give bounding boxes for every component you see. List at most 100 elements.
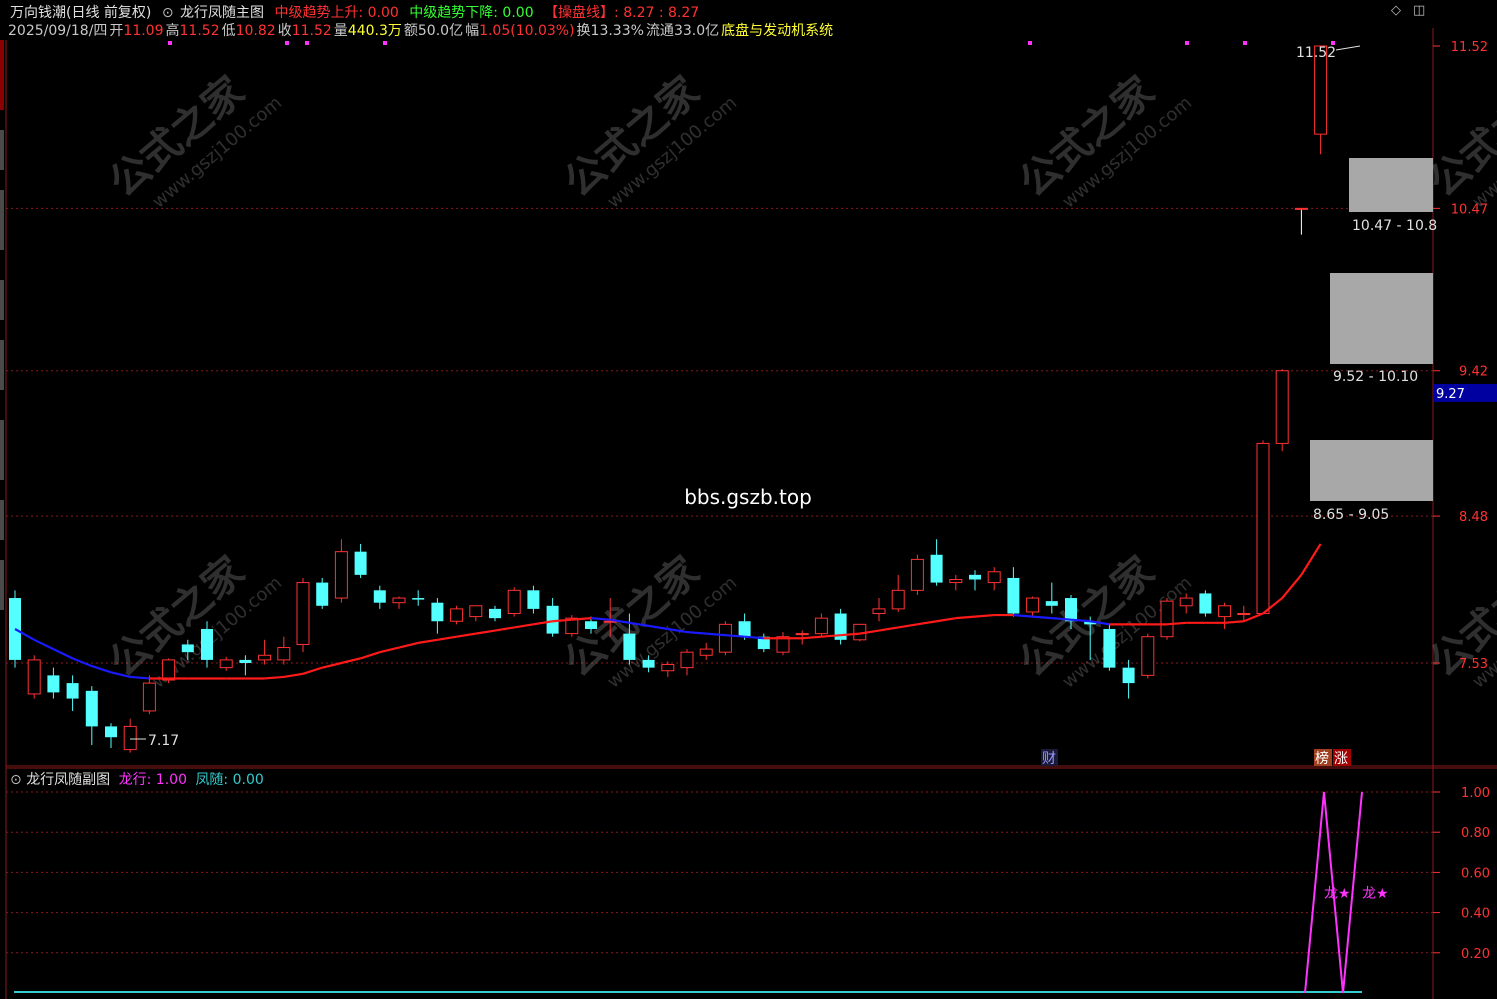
candle-body: [930, 554, 943, 583]
candle-body: [85, 690, 98, 727]
candle: [354, 543, 367, 578]
candle: [239, 655, 252, 676]
candle: [699, 642, 713, 660]
candle: [66, 675, 79, 711]
candle-body: [258, 654, 272, 661]
high-marker-label: 11.52: [1296, 45, 1336, 61]
candle-body: [1218, 605, 1232, 618]
candle-body: [277, 647, 291, 661]
candle: [1294, 207, 1308, 235]
candle: [27, 655, 41, 699]
logo-watermark: 公式之家www.gszj100.com: [1421, 548, 1497, 692]
candle-body: [123, 725, 137, 751]
candle: [814, 613, 828, 637]
ma-segment: [955, 615, 976, 620]
candle-body: [1294, 207, 1308, 210]
candle: [258, 639, 272, 665]
candle: [1275, 369, 1289, 452]
badge-cai: 财: [1042, 751, 1056, 767]
candle: [1199, 590, 1212, 617]
candle: [1007, 567, 1020, 617]
candle-body: [795, 633, 809, 636]
candle-body: [201, 628, 213, 660]
ma-segment: [1281, 574, 1303, 599]
candle: [123, 718, 137, 753]
candle-body: [1179, 597, 1193, 607]
current-price-value: 9.27: [1436, 387, 1465, 402]
price-tick-label: 10.47: [1451, 202, 1488, 217]
candle-body: [910, 558, 924, 591]
candle-body: [507, 589, 521, 615]
candle-body: [1256, 442, 1270, 615]
candle-body: [699, 648, 713, 656]
kline-chart[interactable]: 公式之家www.gszj100.com 公式之家www.gszj100.com 公式…: [0, 0, 1497, 999]
chart-labels: 11.52 7.17 10.47 - 10.8 9.52 - 10.10 8.65 - …: [130, 45, 1437, 767]
badge-zhang: 涨: [1334, 751, 1348, 767]
candle-body: [1141, 636, 1155, 676]
ma-segment: [52, 648, 74, 660]
candle: [105, 723, 117, 749]
sub-dropdown-icon[interactable]: ⊙: [10, 772, 22, 788]
high-marker-arrow: [1335, 45, 1361, 51]
candle-body: [718, 623, 732, 653]
feng-label: 凤随: 0.00: [195, 772, 264, 788]
candle-body: [47, 675, 60, 693]
candle-body: [872, 608, 886, 615]
ma-segment: [1300, 543, 1322, 576]
candle: [718, 621, 732, 656]
candle: [680, 649, 694, 676]
candle: [85, 686, 98, 745]
candle: [296, 577, 310, 653]
ma-segment: [418, 638, 438, 644]
candle-body: [239, 659, 252, 663]
candle-body: [987, 571, 1001, 584]
ma-segment: [379, 646, 400, 654]
signal-dot: [1185, 41, 1189, 45]
ma-segment: [130, 675, 150, 680]
candle-body: [489, 608, 501, 619]
ma-segment: [744, 635, 764, 640]
candle: [949, 574, 963, 591]
candle: [1314, 45, 1328, 155]
badge-bang: 榜: [1315, 750, 1329, 767]
ma-segment: [706, 632, 726, 637]
candle-body: [334, 551, 348, 599]
candle: [1160, 598, 1174, 640]
candle-body: [623, 633, 636, 660]
ma-segment: [91, 665, 112, 674]
ma-segment: [590, 617, 611, 621]
candle-body: [680, 651, 694, 669]
signal-dot: [1243, 41, 1247, 45]
ma-segment: [840, 632, 860, 637]
candle: [431, 598, 444, 634]
candle: [872, 598, 886, 622]
sub-axis-label: 0.40: [1461, 907, 1490, 922]
candle-body: [469, 605, 483, 618]
sub-chart-title[interactable]: 龙行凤随副图: [26, 772, 110, 788]
candle-body: [354, 551, 367, 575]
star-label-2: 龙★: [1362, 886, 1389, 902]
ma-segment: [1013, 613, 1033, 618]
ma-segment: [514, 623, 534, 629]
candle: [1045, 582, 1058, 614]
resistance-boxes: [1310, 158, 1433, 501]
ma-segment: [686, 630, 707, 635]
candle-body: [431, 602, 444, 622]
candle: [47, 667, 60, 699]
ma-segment: [475, 629, 496, 635]
ma-segment: [302, 666, 323, 675]
candle-body: [181, 644, 194, 653]
ma-segment: [898, 623, 918, 629]
ma-segment: [821, 634, 841, 638]
box-label-upper: 10.47 - 10.8: [1352, 218, 1437, 234]
candle-body: [27, 659, 41, 695]
box-label-lower: 8.65 - 9.05: [1313, 507, 1389, 523]
candle-body: [1103, 628, 1116, 668]
candle: [1218, 602, 1232, 629]
candle-body: [527, 590, 540, 609]
candle-body: [412, 598, 425, 600]
ma-segment: [437, 635, 457, 641]
ma-segment: [802, 635, 822, 640]
ma-segment: [917, 620, 937, 626]
candle-body: [1065, 598, 1077, 622]
